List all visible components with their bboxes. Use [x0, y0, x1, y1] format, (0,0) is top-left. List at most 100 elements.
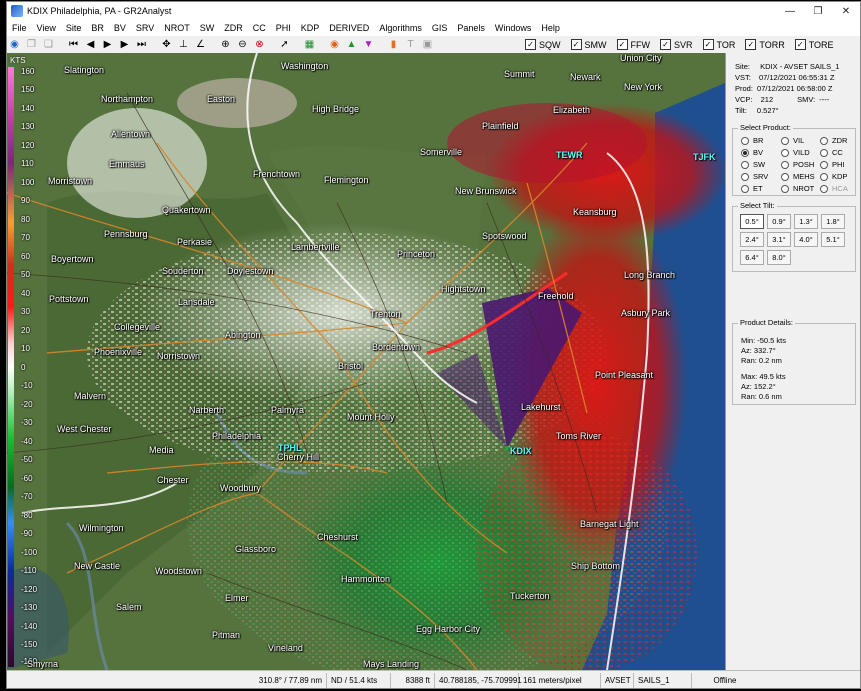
product-radio-bv[interactable]: BV — [741, 148, 763, 157]
menu-panels[interactable]: Panels — [452, 23, 490, 33]
zoom-out-icon[interactable]: ⊖ — [235, 38, 250, 51]
tilt-button-1-8[interactable]: 1.8° — [821, 214, 845, 229]
station-label[interactable]: TPHL — [278, 443, 302, 453]
warning-toggle-sqw[interactable]: ✓ SQW — [525, 39, 561, 50]
product-radio-vil[interactable]: VIL — [781, 136, 804, 145]
menu-srv[interactable]: SRV — [131, 23, 159, 33]
warning-toggle-smw[interactable]: ✓ SMW — [570, 39, 607, 50]
tilt-button-5-1[interactable]: 5.1° — [821, 232, 845, 247]
export-icon[interactable]: ▣ — [420, 38, 435, 51]
checkbox-checked-icon[interactable]: ✓ — [745, 39, 757, 50]
product-radio-et[interactable]: ET — [741, 184, 763, 193]
next-frame-icon[interactable]: ▶ — [117, 38, 132, 51]
radio-icon[interactable] — [820, 172, 828, 181]
product-radio-br[interactable]: BR — [741, 136, 763, 145]
warning-toggle-tor[interactable]: ✓ TOR — [702, 39, 735, 50]
radio-selected-icon[interactable] — [741, 148, 749, 157]
triangle-down-icon[interactable]: ▼ — [361, 38, 376, 51]
maximize-icon[interactable]: ❐ — [804, 6, 832, 17]
text-icon[interactable]: T — [403, 38, 418, 51]
menu-file[interactable]: File — [7, 23, 32, 33]
zoom-in-icon[interactable]: ⊕ — [218, 38, 233, 51]
placefile-icon[interactable]: ▮ — [386, 38, 401, 51]
zoom-reset-icon[interactable]: ⊗ — [252, 38, 267, 51]
menu-windows[interactable]: Windows — [490, 23, 537, 33]
previous-frame-icon[interactable]: ◀ — [83, 38, 98, 51]
station-label[interactable]: TJFK — [693, 152, 716, 162]
pan-icon[interactable]: ✥ — [159, 38, 174, 51]
checkbox-checked-icon[interactable]: ✓ — [702, 39, 714, 50]
product-radio-phi[interactable]: PHI — [820, 160, 845, 169]
site-select-icon[interactable]: ◉ — [7, 38, 22, 51]
radar-map[interactable]: KTS 160 150 140 130 120 110 100 90 80 70… — [7, 53, 725, 670]
cross-section-icon[interactable]: ⊥ — [176, 38, 191, 51]
measure-icon[interactable]: ∠ — [193, 38, 208, 51]
menu-sw[interactable]: SW — [195, 23, 220, 33]
radio-icon[interactable] — [820, 160, 828, 169]
product-radio-zdr[interactable]: ZDR — [820, 136, 847, 145]
triangle-up-icon[interactable]: ▲ — [344, 38, 359, 51]
menu-zdr[interactable]: ZDR — [219, 23, 248, 33]
checkbox-checked-icon[interactable]: ✓ — [570, 39, 582, 50]
station-label[interactable]: TEWR — [556, 150, 583, 160]
menu-derived[interactable]: DERIVED — [324, 23, 374, 33]
product-radio-kdp[interactable]: KDP — [820, 172, 847, 181]
menu-view[interactable]: View — [32, 23, 61, 33]
checkbox-checked-icon[interactable]: ✓ — [660, 39, 671, 50]
tilt-button-6-4[interactable]: 6.4° — [740, 250, 764, 265]
radio-icon[interactable] — [741, 136, 749, 145]
radio-icon[interactable] — [820, 136, 828, 145]
checkbox-checked-icon[interactable]: ✓ — [616, 39, 628, 50]
tilt-button-3-1[interactable]: 3.1° — [767, 232, 791, 247]
radio-icon[interactable] — [741, 184, 749, 193]
menu-algorithms[interactable]: Algorithms — [374, 23, 427, 33]
menu-kdp[interactable]: KDP — [296, 23, 325, 33]
minimize-icon[interactable]: — — [776, 6, 804, 17]
menu-phi[interactable]: PHI — [271, 23, 296, 33]
tilt-button-2-4[interactable]: 2.4° — [740, 232, 764, 247]
last-frame-icon[interactable]: ⏭ — [134, 38, 149, 51]
radio-icon[interactable] — [741, 160, 749, 169]
radio-icon[interactable] — [781, 172, 789, 181]
tilt-button-0-5[interactable]: 0.5° — [740, 214, 764, 229]
tilt-button-1-3[interactable]: 1.3° — [794, 214, 818, 229]
product-radio-sw[interactable]: SW — [741, 160, 765, 169]
radio-icon[interactable] — [781, 136, 789, 145]
tilt-button-0-9[interactable]: 0.9° — [767, 214, 791, 229]
product-radio-srv[interactable]: SRV — [741, 172, 768, 181]
menu-help[interactable]: Help — [536, 23, 565, 33]
menu-site[interactable]: Site — [61, 23, 87, 33]
product-radio-vild[interactable]: VILD — [781, 148, 810, 157]
close-icon[interactable]: ✕ — [832, 6, 860, 17]
menu-gis[interactable]: GIS — [427, 23, 453, 33]
station-label[interactable]: KDIX — [510, 446, 532, 456]
play-icon[interactable]: ▶ — [100, 38, 115, 51]
paste-icon[interactable]: ❏ — [41, 38, 56, 51]
warning-toggle-svr[interactable]: ✓ SVR — [660, 39, 693, 50]
color-table-icon[interactable]: ◉ — [327, 38, 342, 51]
radio-icon[interactable] — [820, 148, 828, 157]
radio-icon[interactable] — [781, 148, 789, 157]
radio-icon[interactable] — [741, 172, 749, 181]
menu-nrot[interactable]: NROT — [159, 23, 195, 33]
warning-toggle-tore[interactable]: ✓ TORE — [794, 39, 834, 50]
product-radio-cc[interactable]: CC — [820, 148, 843, 157]
warning-toggle-torr[interactable]: ✓ TORR — [745, 39, 785, 50]
product-radio-nrot[interactable]: NROT — [781, 184, 814, 193]
radio-icon[interactable] — [781, 160, 789, 169]
copy-icon[interactable]: ❐ — [24, 38, 39, 51]
radio-icon[interactable] — [781, 184, 789, 193]
product-radio-posh[interactable]: POSH — [781, 160, 814, 169]
checkbox-checked-icon[interactable]: ✓ — [525, 39, 536, 50]
product-radio-mehs[interactable]: MEHS — [781, 172, 815, 181]
menu-bv[interactable]: BV — [109, 23, 131, 33]
tilt-button-8-0[interactable]: 8.0° — [767, 250, 791, 265]
menu-br[interactable]: BR — [86, 23, 109, 33]
menu-cc[interactable]: CC — [248, 23, 271, 33]
warning-toggle-ffw[interactable]: ✓ FFW — [616, 39, 650, 50]
dealias-icon[interactable]: ▦ — [302, 38, 317, 51]
storm-motion-icon[interactable]: ➚ — [277, 38, 292, 51]
first-frame-icon[interactable]: ⏮ — [66, 38, 81, 51]
tilt-button-4-0[interactable]: 4.0° — [794, 232, 818, 247]
checkbox-checked-icon[interactable]: ✓ — [794, 39, 806, 50]
